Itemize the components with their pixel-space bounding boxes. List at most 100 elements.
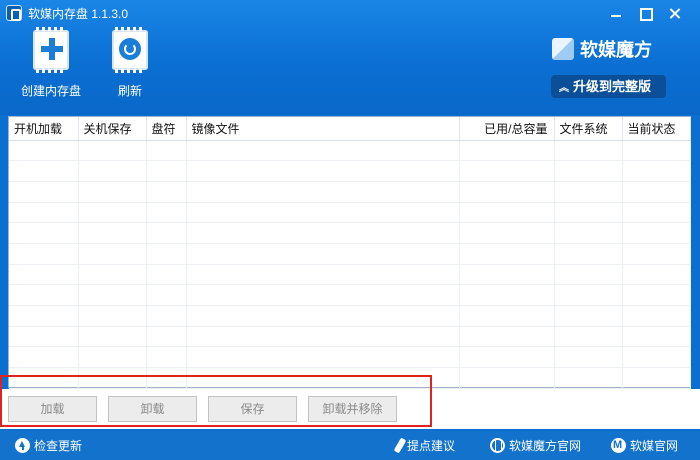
table-cell	[622, 305, 691, 327]
table-cell	[9, 346, 79, 369]
table-cell	[554, 346, 623, 369]
table-cell	[554, 284, 623, 306]
table-cell	[78, 140, 147, 162]
table-cell	[186, 140, 460, 162]
table-cell	[622, 222, 691, 244]
table-cell	[459, 264, 555, 286]
table-cell	[146, 305, 187, 327]
refresh-icon	[108, 27, 152, 73]
table-header-row: 开机加载 关机保存 盘符 镜像文件 已用/总容量 文件系统 当前状态	[9, 117, 691, 141]
save-button[interactable]: 保存	[208, 396, 297, 422]
minimize-icon[interactable]	[605, 3, 627, 23]
cube-icon	[552, 38, 574, 60]
table-cell	[186, 222, 460, 244]
table-cell	[186, 264, 460, 286]
table-row[interactable]	[9, 305, 691, 327]
table-row[interactable]	[9, 181, 691, 203]
table-cell	[146, 160, 187, 182]
official-site-link[interactable]: 软媒官网	[611, 437, 678, 454]
table-cell	[146, 346, 187, 369]
window-title: 软媒内存盘 1.1.3.0	[28, 7, 129, 21]
table-cell	[459, 140, 555, 162]
table-cell	[9, 284, 79, 306]
table-cell	[459, 222, 555, 244]
table-cell	[459, 284, 555, 306]
table-cell	[9, 140, 79, 162]
table-cell	[459, 160, 555, 182]
table-cell	[186, 326, 460, 348]
create-ramdisk-button[interactable]: 创建内存盘	[12, 27, 90, 99]
table-cell	[554, 243, 623, 265]
table-cell	[78, 264, 147, 286]
table-cell	[459, 243, 555, 265]
table-cell	[186, 367, 460, 389]
table-cell	[186, 243, 460, 265]
table-cell	[146, 326, 187, 348]
col-status[interactable]: 当前状态	[622, 117, 691, 141]
table-row[interactable]	[9, 326, 691, 348]
title-bar: 软媒内存盘 1.1.3.0	[0, 0, 700, 26]
table-cell	[622, 284, 691, 306]
table-cell	[146, 264, 187, 286]
refresh-button[interactable]: 刷新	[100, 27, 160, 99]
ramdisk-table[interactable]: 开机加载 关机保存 盘符 镜像文件 已用/总容量 文件系统 当前状态	[8, 116, 691, 389]
table-row[interactable]	[9, 346, 691, 369]
table-cell	[459, 346, 555, 369]
table-cell	[146, 222, 187, 244]
arrow-up-icon	[15, 438, 30, 453]
maximize-icon[interactable]	[634, 3, 656, 23]
table-row[interactable]	[9, 367, 691, 389]
table-cell	[554, 181, 623, 203]
table-cell	[78, 181, 147, 203]
table-cell	[186, 202, 460, 224]
double-chevron-up-icon: ︽	[559, 83, 569, 94]
table-cell	[78, 284, 147, 306]
table-cell	[622, 264, 691, 286]
load-button[interactable]: 加载	[8, 396, 97, 422]
table-cell	[9, 222, 79, 244]
close-icon[interactable]	[664, 3, 686, 23]
table-row[interactable]	[9, 222, 691, 244]
ruanmei-logo-icon	[611, 438, 626, 453]
table-row[interactable]	[9, 243, 691, 265]
table-cell	[554, 140, 623, 162]
table-row[interactable]	[9, 160, 691, 182]
table-cell	[146, 202, 187, 224]
table-cell	[146, 284, 187, 306]
table-cell	[186, 346, 460, 369]
table-cell	[622, 243, 691, 265]
table-cell	[186, 181, 460, 203]
suggest-link[interactable]: 提点建议	[393, 437, 455, 454]
official-site-label: 软媒官网	[630, 439, 679, 453]
brand-name: 软媒魔方	[580, 40, 652, 60]
table-cell	[459, 305, 555, 327]
table-cell	[78, 222, 147, 244]
col-filesystem[interactable]: 文件系统	[554, 117, 623, 141]
table-cell	[186, 284, 460, 306]
table-row[interactable]	[9, 264, 691, 286]
check-update-link[interactable]: 检查更新	[15, 437, 82, 454]
table-row[interactable]	[9, 202, 691, 224]
table-cell	[554, 367, 623, 389]
mofang-site-link[interactable]: 软媒魔方官网	[490, 437, 581, 454]
table-cell	[146, 181, 187, 203]
table-cell	[186, 305, 460, 327]
table-cell	[9, 305, 79, 327]
table-cell	[554, 264, 623, 286]
table-cell	[9, 264, 79, 286]
upgrade-label: 升级到完整版	[573, 79, 652, 94]
col-image-file[interactable]: 镜像文件	[186, 117, 460, 141]
table-cell	[9, 181, 79, 203]
upgrade-button[interactable]: ︽ 升级到完整版	[551, 75, 666, 98]
table-cell	[622, 160, 691, 182]
header: 软媒内存盘 1.1.3.0 创建内存盘 刷新 软媒魔方 ︽ 升级到完整版	[0, 0, 700, 115]
table-row[interactable]	[9, 284, 691, 306]
col-boot-load[interactable]: 开机加载	[9, 117, 79, 141]
col-used-total[interactable]: 已用/总容量	[459, 117, 555, 141]
unload-remove-button[interactable]: 卸载并移除	[308, 396, 397, 422]
col-drive-letter[interactable]: 盘符	[146, 117, 187, 141]
unload-button[interactable]: 卸载	[108, 396, 197, 422]
col-shutdown-save[interactable]: 关机保存	[78, 117, 147, 141]
table-cell	[78, 346, 147, 369]
table-row[interactable]	[9, 140, 691, 162]
